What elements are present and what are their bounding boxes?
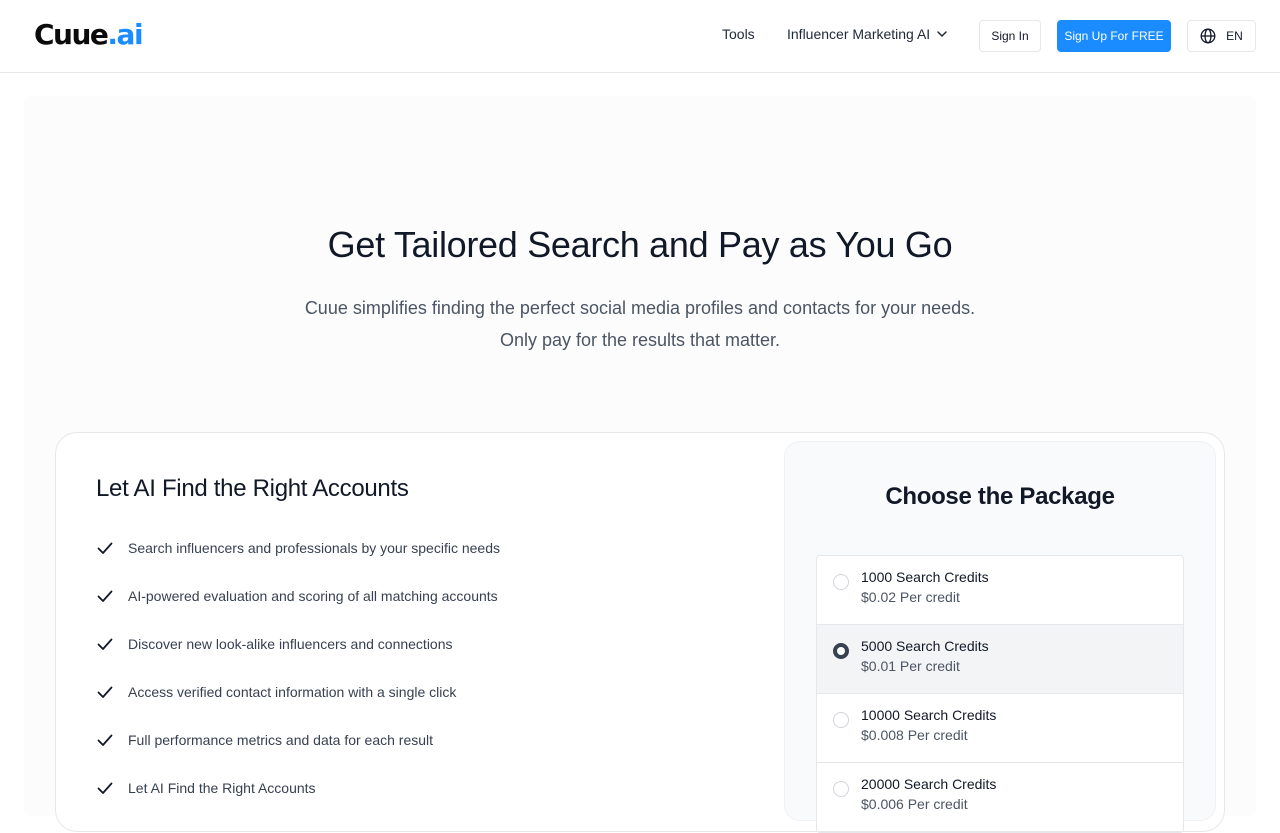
site-header: Cuue.ai Tools Influencer Marketing AI Si… [0, 0, 1280, 73]
sign-in-button[interactable]: Sign In [979, 20, 1041, 52]
package-option[interactable]: 1000 Search Credits $0.02 Per credit [817, 556, 1183, 625]
feature-text: AI-powered evaluation and scoring of all… [128, 588, 498, 604]
chevron-down-icon [937, 31, 947, 37]
package-title: Choose the Package [885, 483, 1115, 510]
feature-item: Full performance metrics and data for ea… [96, 728, 500, 776]
feature-item: Discover new look-alike influencers and … [96, 632, 500, 680]
package-name: 5000 Search Credits [861, 638, 989, 654]
package-price: $0.008 Per credit [861, 727, 968, 743]
package-name: 1000 Search Credits [861, 569, 989, 585]
check-icon [97, 638, 113, 650]
feature-item: Let AI Find the Right Accounts [96, 776, 500, 824]
globe-icon [1200, 28, 1216, 44]
check-icon [97, 782, 113, 794]
package-price: $0.02 Per credit [861, 589, 960, 605]
features-title: Let AI Find the Right Accounts [96, 475, 409, 502]
hero-subtitle: Cuue simplifies finding the perfect soci… [0, 292, 1280, 356]
package-option[interactable]: 5000 Search Credits $0.01 Per credit [817, 625, 1183, 694]
hero-subtitle-line-1: Cuue simplifies finding the perfect soci… [304, 298, 976, 318]
logo-main-text: Cuue [34, 18, 109, 51]
package-name: 20000 Search Credits [861, 776, 997, 792]
check-icon [97, 590, 113, 602]
nav-influencer-marketing-label: Influencer Marketing AI [787, 26, 931, 42]
feature-text: Search influencers and professionals by … [128, 540, 500, 556]
logo[interactable]: Cuue.ai [34, 18, 144, 52]
language-label: EN [1226, 29, 1243, 43]
radio-button[interactable] [833, 574, 849, 590]
feature-text: Access verified contact information with… [128, 684, 457, 700]
language-selector[interactable]: EN [1187, 20, 1256, 52]
page-title: Get Tailored Search and Pay as You Go [327, 224, 953, 265]
radio-button[interactable] [833, 643, 849, 659]
feature-text: Discover new look-alike influencers and … [128, 636, 453, 652]
check-icon [97, 734, 113, 746]
hero-subtitle-line-2: Only pay for the results that matter. [499, 330, 781, 350]
radio-button[interactable] [833, 781, 849, 797]
logo-accent-text: .ai [107, 18, 143, 51]
feature-text: Full performance metrics and data for ea… [128, 732, 434, 748]
feature-text: Let AI Find the Right Accounts [128, 780, 316, 796]
feature-item: Search influencers and professionals by … [96, 536, 500, 584]
package-option[interactable]: 20000 Search Credits $0.006 Per credit [817, 763, 1183, 832]
nav-tools-link[interactable]: Tools [722, 26, 755, 42]
package-option[interactable]: 10000 Search Credits $0.008 Per credit [817, 694, 1183, 763]
nav-influencer-marketing-dropdown[interactable]: Influencer Marketing AI [787, 26, 948, 42]
package-price: $0.006 Per credit [861, 796, 968, 812]
check-icon [97, 542, 113, 554]
feature-item: AI-powered evaluation and scoring of all… [96, 584, 500, 632]
package-name: 10000 Search Credits [861, 707, 997, 723]
package-price: $0.01 Per credit [861, 658, 960, 674]
feature-item: Access verified contact information with… [96, 680, 500, 728]
package-options: 1000 Search Credits $0.02 Per credit 500… [816, 555, 1184, 833]
check-icon [97, 686, 113, 698]
features-list: Search influencers and professionals by … [96, 536, 500, 824]
sign-up-button[interactable]: Sign Up For FREE [1057, 20, 1171, 52]
radio-button[interactable] [833, 712, 849, 728]
